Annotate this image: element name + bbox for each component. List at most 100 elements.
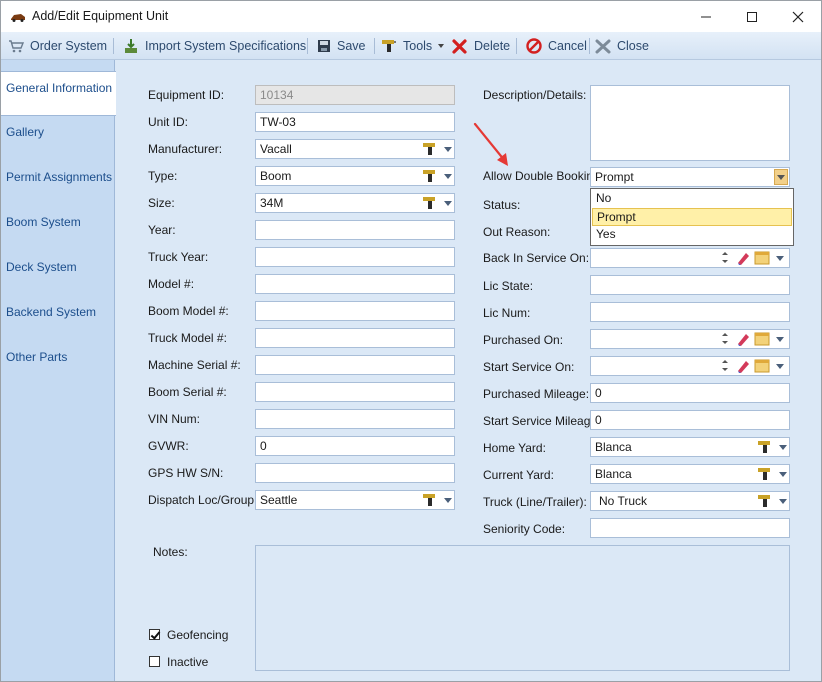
- back-in-service-date[interactable]: [590, 248, 790, 268]
- spinner-icon[interactable]: [722, 331, 728, 347]
- maximize-button[interactable]: [729, 1, 775, 32]
- current-yard-combo[interactable]: Blanca: [590, 464, 790, 484]
- model-field[interactable]: [255, 274, 455, 294]
- eraser-icon[interactable]: [735, 331, 751, 348]
- red-x-icon: [452, 39, 467, 54]
- description-textarea[interactable]: [590, 85, 790, 161]
- drill-icon[interactable]: [422, 141, 438, 158]
- gps-field[interactable]: [255, 463, 455, 483]
- dispatch-label: Dispatch Loc/Group:: [148, 493, 258, 507]
- calendar-icon[interactable]: [754, 250, 770, 267]
- geofencing-checkbox[interactable]: [149, 629, 160, 640]
- calendar-icon[interactable]: [754, 358, 770, 375]
- tab-backend-system[interactable]: Backend System: [1, 296, 115, 341]
- tools-dropdown-button[interactable]: Tools: [381, 36, 445, 56]
- tab-general-information[interactable]: General Information: [1, 71, 116, 116]
- allow-double-booking-value: Prompt: [595, 170, 634, 184]
- home-yard-label: Home Yard:: [483, 441, 546, 455]
- eraser-icon[interactable]: [735, 358, 751, 375]
- chevron-down-icon[interactable]: [444, 147, 452, 152]
- import-specs-label: Import System Specifications: [145, 39, 307, 53]
- spinner-icon[interactable]: [722, 250, 728, 266]
- chevron-down-icon[interactable]: [779, 499, 787, 504]
- home-yard-value: Blanca: [595, 440, 632, 454]
- start-service-mileage-field[interactable]: 0: [590, 410, 790, 430]
- drill-icon[interactable]: [757, 439, 773, 456]
- minimize-button[interactable]: [683, 1, 729, 32]
- toolbar: Order System Import System Specification…: [1, 32, 821, 60]
- unit-id-field[interactable]: TW-03: [255, 112, 455, 132]
- drill-icon[interactable]: [422, 492, 438, 509]
- lic-state-label: Lic State:: [483, 279, 534, 293]
- notes-textarea[interactable]: [255, 545, 790, 671]
- chevron-down-icon[interactable]: [779, 472, 787, 477]
- inactive-checkbox[interactable]: [149, 656, 160, 667]
- order-system-button[interactable]: Order System: [8, 36, 107, 56]
- dropdown-option-no[interactable]: No: [592, 190, 792, 208]
- lic-state-field[interactable]: [590, 275, 790, 295]
- drill-icon[interactable]: [422, 195, 438, 212]
- dropdown-option-yes[interactable]: Yes: [592, 226, 792, 244]
- drill-icon[interactable]: [757, 466, 773, 483]
- purchased-on-date[interactable]: [590, 329, 790, 349]
- close-label: Close: [617, 39, 649, 53]
- machine-serial-field[interactable]: [255, 355, 455, 375]
- chevron-down-icon[interactable]: [444, 174, 452, 179]
- size-combo[interactable]: 34M: [255, 193, 455, 213]
- machine-serial-label: Machine Serial #:: [148, 358, 241, 372]
- manufacturer-combo[interactable]: Vacall: [255, 139, 455, 159]
- notes-label: Notes:: [153, 545, 188, 559]
- purchased-mileage-value: 0: [595, 386, 602, 400]
- gvwr-field[interactable]: 0: [255, 436, 455, 456]
- drill-icon[interactable]: [422, 168, 438, 185]
- purchased-on-label: Purchased On:: [483, 333, 564, 347]
- status-label: Status:: [483, 198, 521, 212]
- import-specs-button[interactable]: Import System Specifications: [123, 36, 306, 56]
- truck-line-trailer-combo[interactable]: No Truck: [590, 491, 790, 511]
- tab-other-parts[interactable]: Other Parts: [1, 341, 115, 386]
- chevron-down-icon[interactable]: [444, 201, 452, 206]
- toolbar-divider: [374, 38, 375, 54]
- tab-permit-assignments[interactable]: Permit Assignments: [1, 161, 115, 206]
- truck-model-field[interactable]: [255, 328, 455, 348]
- start-service-on-date[interactable]: [590, 356, 790, 376]
- chevron-down-icon[interactable]: [776, 364, 784, 369]
- chevron-down-icon[interactable]: [776, 256, 784, 261]
- window-title: Add/Edit Equipment Unit: [32, 9, 169, 23]
- boom-model-field[interactable]: [255, 301, 455, 321]
- truck-year-field[interactable]: [255, 247, 455, 267]
- seniority-code-field[interactable]: [590, 518, 790, 538]
- tab-deck-system[interactable]: Deck System: [1, 251, 115, 296]
- back-in-service-label: Back In Service On:: [483, 251, 590, 265]
- tab-gallery[interactable]: Gallery: [1, 116, 115, 161]
- save-button[interactable]: Save: [317, 36, 366, 56]
- start-service-on-label: Start Service On:: [483, 360, 575, 374]
- tab-boom-system[interactable]: Boom System: [1, 206, 115, 251]
- close-button[interactable]: Close: [595, 36, 649, 56]
- vin-label: VIN Num:: [148, 412, 201, 426]
- close-window-button[interactable]: [775, 1, 821, 32]
- chevron-down-icon[interactable]: [774, 169, 788, 185]
- purchased-mileage-field[interactable]: 0: [590, 383, 790, 403]
- calendar-icon[interactable]: [754, 331, 770, 348]
- chevron-down-icon[interactable]: [779, 445, 787, 450]
- geofencing-label: Geofencing: [167, 628, 229, 642]
- chevron-down-icon[interactable]: [776, 337, 784, 342]
- drill-icon: [382, 40, 396, 52]
- allow-double-booking-combo[interactable]: Prompt: [590, 167, 790, 187]
- delete-button[interactable]: Delete: [452, 36, 510, 56]
- year-field[interactable]: [255, 220, 455, 240]
- boom-serial-field[interactable]: [255, 382, 455, 402]
- lic-num-field[interactable]: [590, 302, 790, 322]
- vin-field[interactable]: [255, 409, 455, 429]
- chevron-down-icon[interactable]: [444, 498, 452, 503]
- type-combo[interactable]: Boom: [255, 166, 455, 186]
- cancel-button[interactable]: Cancel: [526, 36, 587, 56]
- spinner-icon[interactable]: [722, 358, 728, 374]
- out-reason-label: Out Reason:: [483, 225, 551, 239]
- drill-icon[interactable]: [757, 493, 773, 510]
- eraser-icon[interactable]: [735, 250, 751, 267]
- dropdown-option-prompt[interactable]: Prompt: [592, 208, 792, 226]
- dispatch-combo[interactable]: Seattle: [255, 490, 455, 510]
- home-yard-combo[interactable]: Blanca: [590, 437, 790, 457]
